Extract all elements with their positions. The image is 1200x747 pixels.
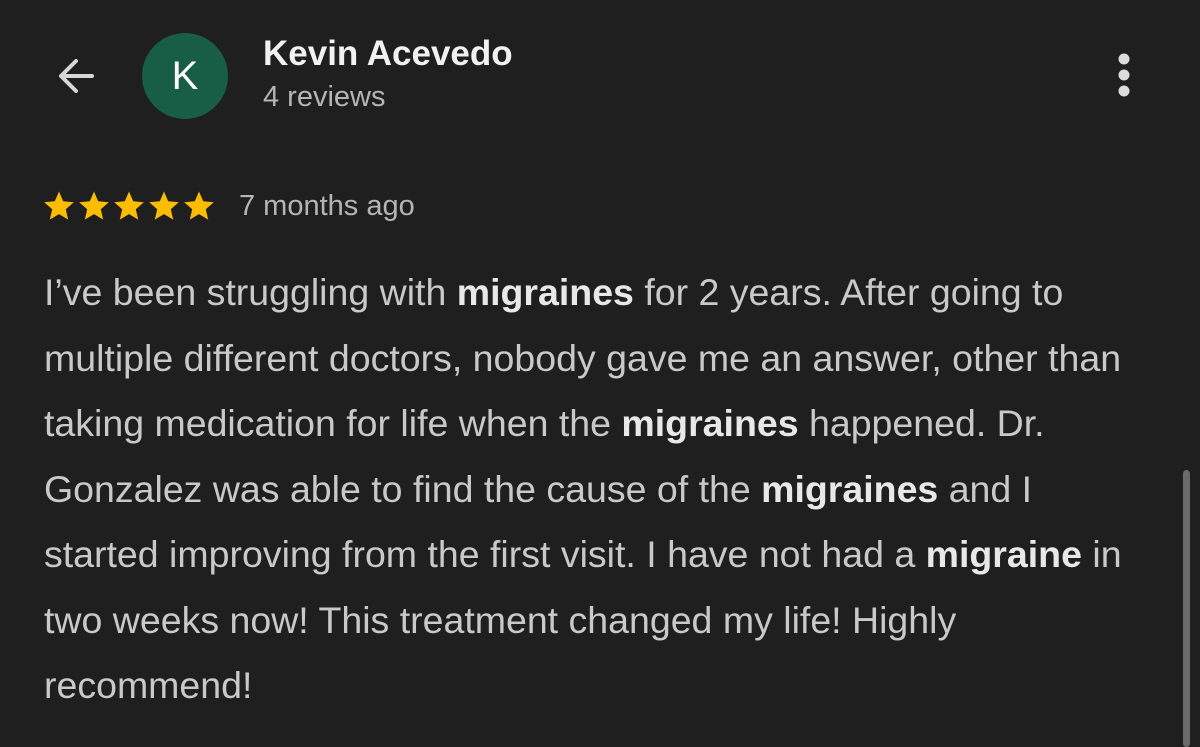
- back-button[interactable]: [50, 52, 102, 104]
- highlighted-term: migraines: [761, 467, 939, 510]
- star-icon: [182, 190, 216, 222]
- star-rating: [42, 190, 216, 222]
- star-icon: [147, 190, 181, 222]
- review-text-segment: I’ve been struggling with: [44, 271, 457, 313]
- more-vertical-icon: [1114, 50, 1134, 105]
- highlighted-term: migraines: [456, 271, 634, 313]
- review-count: 4 reviews: [263, 81, 386, 113]
- highlighted-term: migraine: [925, 533, 1082, 575]
- scrollbar[interactable]: [1183, 470, 1190, 747]
- review-timestamp: 7 months ago: [239, 189, 415, 222]
- avatar[interactable]: K: [142, 33, 228, 119]
- star-icon: [77, 190, 111, 222]
- review-text: I’ve been struggling with migraines for …: [44, 260, 1154, 719]
- highlighted-term: migraines: [621, 402, 799, 444]
- more-options-button[interactable]: [1100, 48, 1148, 106]
- star-icon: [112, 190, 146, 222]
- star-icon: [42, 190, 76, 222]
- rating-row: 7 months ago: [42, 184, 415, 228]
- arrow-left-icon: [52, 52, 100, 105]
- reviewer-name[interactable]: Kevin Acevedo: [263, 34, 513, 74]
